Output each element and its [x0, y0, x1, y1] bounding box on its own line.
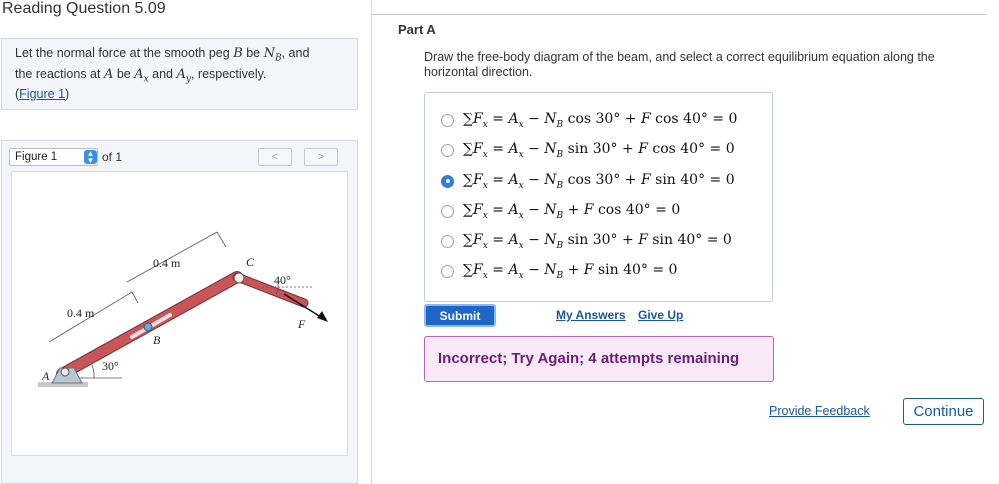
- question-text: Draw the free-body diagram of the beam, …: [424, 50, 935, 79]
- choice-option[interactable]: ∑Fx = Ax − NB sin 30° + F cos 40° = 0: [441, 140, 735, 160]
- figure-link[interactable]: Figure 1: [19, 87, 65, 101]
- label-point-a: A: [41, 369, 50, 383]
- my-answers-link[interactable]: My Answers: [556, 308, 626, 322]
- radio-button[interactable]: [441, 204, 454, 218]
- paren: ): [65, 87, 70, 101]
- intro-text: , and: [281, 46, 310, 60]
- force-arrow-line: [283, 293, 325, 320]
- equation-text: ∑Fx = Ax − NB + F sin 40° = 0: [463, 261, 678, 281]
- figure-canvas: 0.4 m 0.4 m 30° 40° A B C F: [11, 171, 348, 456]
- figure-count: of 1: [102, 150, 123, 164]
- column-divider: [371, 0, 372, 484]
- force-arrowhead-icon: [317, 311, 328, 322]
- dimension-tick: [131, 291, 139, 304]
- equation-text: ∑Fx = Ax − NB cos 30° + F cos 40° = 0: [463, 110, 738, 130]
- intro-box: Let the normal force at the smooth peg B…: [1, 38, 358, 110]
- math-nb: N: [263, 46, 275, 61]
- continue-button[interactable]: Continue: [903, 398, 984, 425]
- provide-feedback-link[interactable]: Provide Feedback: [769, 404, 870, 418]
- equation-text: ∑Fx = Ax − NB cos 30° + F sin 40° = 0: [463, 171, 735, 191]
- math-nb-sub: B: [274, 53, 282, 64]
- intro-text: , respectively.: [190, 66, 267, 81]
- part-divider: [372, 14, 986, 15]
- intro-text: Let the normal force at the smooth peg: [15, 46, 234, 60]
- math-ay: A: [176, 66, 186, 82]
- part-label: Part A: [398, 22, 436, 37]
- intro-line-2: the reactions at A be Ax and Ay, respect…: [15, 67, 344, 88]
- math-ax: A: [134, 66, 144, 82]
- choice-option[interactable]: ∑Fx = Ax − NB cos 30° + F cos 40° = 0: [441, 110, 737, 130]
- intro-text: be: [113, 66, 135, 81]
- label-point-c: C: [246, 255, 255, 269]
- intro-text: the reactions at: [15, 66, 104, 81]
- arm-cd: [232, 272, 309, 308]
- label-len-left: 0.4 m: [67, 306, 95, 320]
- prev-figure-button[interactable]: <: [258, 148, 292, 166]
- label-point-b: B: [153, 333, 161, 347]
- angle-30-arc: [91, 364, 95, 379]
- select-spinner-icon: ▲ ▼: [84, 150, 97, 165]
- give-up-link[interactable]: Give Up: [638, 308, 683, 322]
- figure-footer: [2, 457, 357, 483]
- label-angle-40: 40°: [274, 273, 291, 287]
- feedback-message: Incorrect; Try Again; 4 attempts remaini…: [424, 336, 774, 382]
- choice-option[interactable]: ∑Fx = Ax − NB cos 30° + F sin 40° = 0: [441, 171, 735, 191]
- page-title: Reading Question 5.09: [2, 0, 166, 17]
- intro-text: be: [242, 46, 264, 60]
- label-len-mid: 0.4 m: [153, 256, 181, 270]
- intro-text: and: [148, 66, 177, 81]
- next-figure-button[interactable]: >: [304, 148, 338, 166]
- radio-button[interactable]: [441, 264, 454, 278]
- choice-option[interactable]: ∑Fx = Ax − NB + F cos 40° = 0: [441, 201, 680, 221]
- figure-toolbar: Figure 1 ▲ ▼ of 1 < >: [2, 141, 357, 171]
- radio-button[interactable]: [441, 234, 454, 248]
- radio-button[interactable]: [441, 143, 454, 157]
- figure-panel: Figure 1 ▲ ▼ of 1 < > 0.4 m 0.4 m 30° 40…: [1, 140, 358, 484]
- pin-c: [233, 272, 245, 284]
- equation-text: ∑Fx = Ax − NB sin 30° + F cos 40° = 0: [463, 140, 735, 160]
- math-b: B: [233, 46, 243, 61]
- equation-text: ∑Fx = Ax − NB + F cos 40° = 0: [463, 201, 681, 221]
- choices-box: ∑Fx = Ax − NB cos 30° + F cos 40° = 0 ∑Fx…: [424, 92, 773, 302]
- intro-line-3: (Figure 1): [15, 87, 344, 102]
- figure-select-value: Figure 1: [15, 151, 58, 163]
- choice-option[interactable]: ∑Fx = Ax − NB sin 30° + F sin 40° = 0: [441, 231, 732, 251]
- intro-line-1: Let the normal force at the smooth peg B…: [15, 46, 344, 67]
- submit-button[interactable]: Submit: [424, 304, 496, 327]
- equation-text: ∑Fx = Ax − NB sin 30° + F sin 40° = 0: [463, 231, 732, 251]
- peg-b: [143, 322, 153, 332]
- label-angle-30: 30°: [102, 359, 119, 373]
- math-a: A: [103, 66, 114, 82]
- label-force-f: F: [297, 317, 306, 331]
- dimension-tick: [216, 231, 227, 248]
- radio-button[interactable]: [441, 174, 454, 188]
- choice-option[interactable]: ∑Fx = Ax − NB + F sin 40° = 0: [441, 261, 677, 281]
- figure-select[interactable]: Figure 1 ▲ ▼: [9, 148, 98, 166]
- radio-button[interactable]: [441, 113, 454, 127]
- beam-diagram: 0.4 m 0.4 m 30° 40° A B C F: [38, 231, 328, 387]
